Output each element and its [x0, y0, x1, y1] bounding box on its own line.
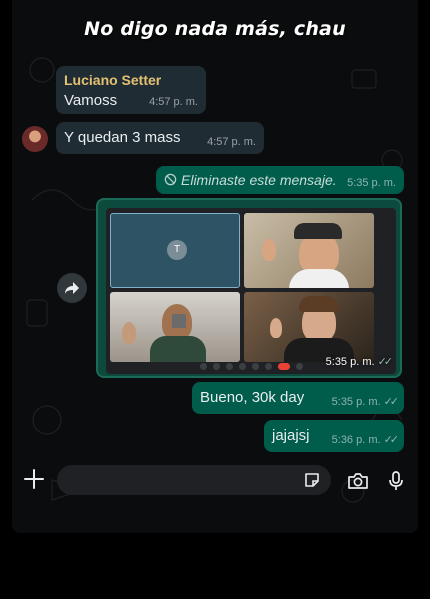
story-caption: No digo nada más, chau	[84, 18, 346, 40]
message-time: 5:35 p. m.	[347, 177, 396, 189]
message-time-row: 5:35 p. m. ✓✓	[331, 395, 400, 408]
forward-icon	[65, 282, 79, 294]
microphone-icon[interactable]	[384, 469, 408, 493]
message-time: 5:36 p. m.	[331, 434, 381, 446]
outgoing-message-bueno[interactable]: Bueno, 30k day 5:35 p. m. ✓✓	[192, 382, 404, 414]
participant-tile: T	[110, 213, 240, 288]
message-text: Y quedan 3 mass	[64, 129, 181, 146]
outgoing-message-jajajsj[interactable]: jajajsj 5:36 p. m. ✓✓	[264, 420, 404, 452]
incoming-message-quedan[interactable]: Y quedan 3 mass 4:57 p. m.	[56, 122, 264, 154]
forward-button[interactable]	[57, 273, 87, 303]
video-call-screenshot[interactable]: T	[106, 208, 396, 374]
participant-video	[110, 292, 240, 362]
message-input[interactable]	[57, 465, 331, 495]
message-composer	[12, 463, 418, 503]
message-time: 5:35 p. m.	[331, 396, 381, 408]
double-check-icon: ✓✓	[383, 434, 400, 446]
message-time-row: 5:36 p. m. ✓✓	[331, 433, 400, 446]
double-check-icon: ✓✓	[377, 356, 394, 368]
deleted-message[interactable]: Eliminaste este mensaje. 5:35 p. m.	[156, 166, 404, 194]
incoming-message-vamoss[interactable]: Luciano Setter Vamoss 4:57 p. m.	[56, 66, 206, 114]
deleted-message-text: Eliminaste este mensaje.	[181, 172, 337, 188]
participant-video	[244, 213, 374, 288]
prohibited-icon	[164, 173, 177, 186]
double-check-icon: ✓✓	[383, 396, 400, 408]
participant-video	[244, 292, 374, 362]
message-time: 4:57 p. m.	[207, 136, 256, 148]
message-time: 4:57 p. m.	[149, 96, 198, 108]
sender-name: Luciano Setter	[64, 72, 162, 88]
message-text: jajajsj	[272, 427, 310, 444]
chat-screen: Luciano Setter Vamoss 4:57 p. m. Y queda…	[12, 0, 418, 533]
sender-avatar[interactable]	[22, 126, 48, 152]
participant-initial: T	[167, 240, 187, 260]
plus-icon[interactable]	[22, 467, 46, 491]
image-message-time: 5:35 p. m. ✓✓	[325, 355, 394, 368]
sticker-icon[interactable]	[303, 471, 321, 489]
message-text: Vamoss	[64, 92, 118, 109]
message-time: 5:35 p. m.	[325, 356, 375, 368]
outgoing-image-message[interactable]: T 5:35 p. m. ✓✓	[96, 198, 402, 378]
message-text: Bueno, 30k day	[200, 389, 305, 406]
camera-icon[interactable]	[346, 469, 370, 493]
